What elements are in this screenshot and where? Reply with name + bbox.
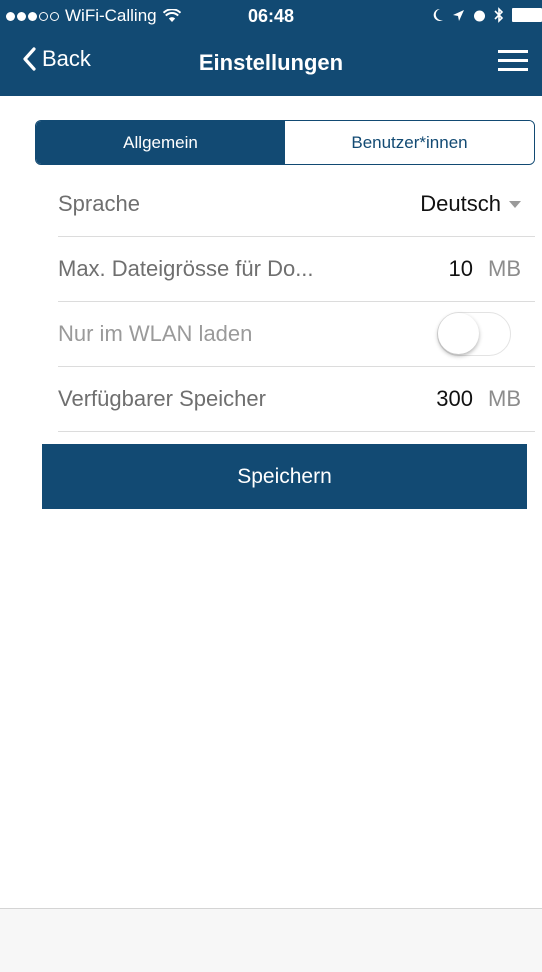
language-row: Sprache Deutsch <box>58 172 535 237</box>
storage-label: Verfügbarer Speicher <box>58 386 266 411</box>
status-bar: WiFi-Calling 06:48 <box>0 0 542 34</box>
max-file-size-row: Max. Dateigrösse für Do... 10 MB <box>58 237 535 302</box>
moon-icon <box>433 8 443 21</box>
max-file-size-label: Max. Dateigrösse für Do... <box>58 256 314 281</box>
max-file-size-input[interactable]: 10 <box>449 256 473 282</box>
battery-icon <box>512 8 542 22</box>
toggle-knob <box>438 313 479 354</box>
wlan-toggle[interactable] <box>437 312 511 356</box>
caret-down-icon <box>509 200 521 208</box>
storage-unit: MB <box>488 386 521 411</box>
wlan-row: Nur im WLAN laden <box>58 302 535 367</box>
save-button[interactable]: Speichern <box>42 444 527 509</box>
language-value: Deutsch <box>420 191 501 216</box>
language-select[interactable]: Deutsch <box>420 191 535 217</box>
wlan-label: Nur im WLAN laden <box>58 321 253 346</box>
location-icon <box>453 9 464 21</box>
language-label: Sprache <box>58 191 140 216</box>
tab-allgemein[interactable]: Allgemein <box>36 121 285 164</box>
settings-tabs: Allgemein Benutzer*innen <box>35 120 535 165</box>
header: WiFi-Calling 06:48 Back Einstellungen <box>0 0 542 96</box>
alarm-icon <box>474 10 485 21</box>
max-file-size-unit: MB <box>488 256 521 281</box>
bottom-toolbar <box>0 908 542 972</box>
storage-row: Verfügbarer Speicher 300 MB <box>58 367 535 432</box>
menu-icon[interactable] <box>498 50 528 72</box>
nav-bar: Back Einstellungen <box>0 34 542 96</box>
bluetooth-icon <box>494 7 504 23</box>
storage-input[interactable]: 300 <box>436 386 473 412</box>
status-icons <box>432 7 542 23</box>
page-title: Einstellungen <box>198 50 344 75</box>
tab-benutzer[interactable]: Benutzer*innen <box>285 121 534 164</box>
